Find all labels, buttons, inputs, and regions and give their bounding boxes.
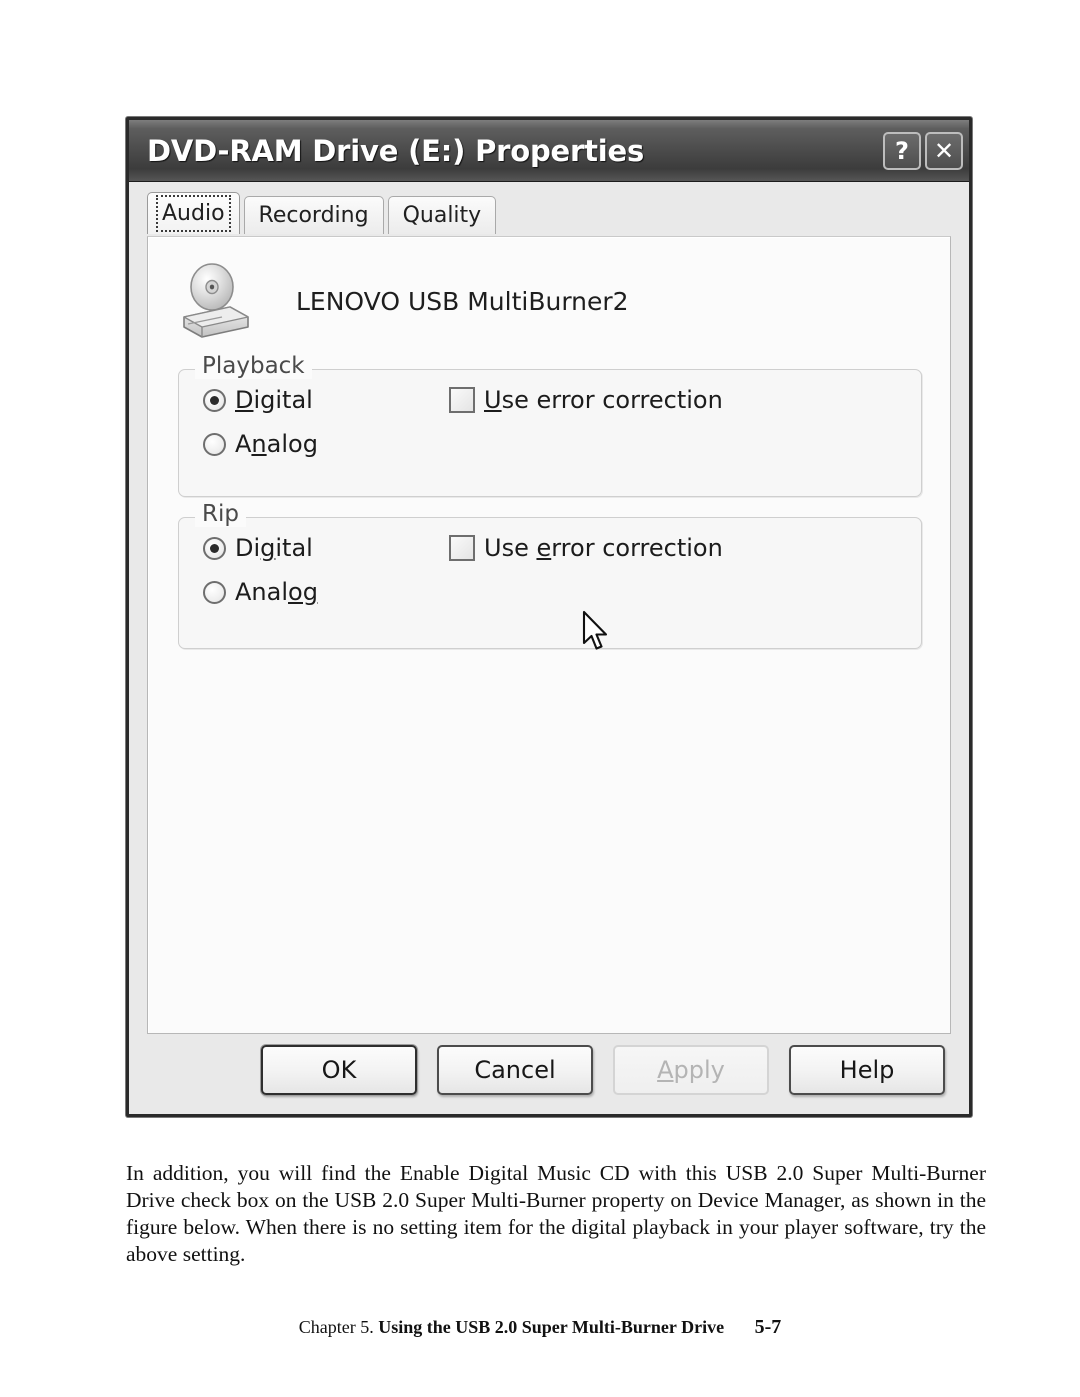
rip-group: Rip Digital Use error correction Analog (178, 501, 922, 649)
rip-digital-label: Digital (235, 534, 313, 562)
properties-dialog: DVD-RAM Drive (E:) Properties ? ✕ Audio … (126, 117, 972, 1117)
checkbox-indicator (449, 535, 475, 561)
rip-error-correction-label: Use error correction (484, 534, 723, 562)
ok-button[interactable]: OK (261, 1045, 417, 1095)
radio-indicator (203, 580, 226, 604)
playback-row-1: Digital Use error correction (203, 386, 911, 430)
body-paragraph: In addition, you will find the Enable Di… (126, 1160, 986, 1266)
playback-group: Playback Digital Use error correction An… (178, 353, 922, 497)
rip-digital-radio[interactable]: Digital (203, 534, 449, 562)
rip-analog-label: Analog (235, 578, 318, 606)
cd-drive-icon (183, 263, 249, 338)
apply-button[interactable]: Apply (613, 1045, 769, 1095)
dialog-title: DVD-RAM Drive (E:) Properties (147, 133, 645, 168)
tab-recording[interactable]: Recording (243, 196, 384, 234)
tab-recording-label: Recording (258, 203, 369, 228)
playback-analog-radio[interactable]: Analog (203, 430, 449, 458)
device-name-label: LENOVO USB MultiBurner2 (296, 286, 629, 316)
rip-row-2: Analog (203, 578, 911, 622)
audio-tab-panel: LENOVO USB MultiBurner2 Playback Digital… (147, 236, 951, 1034)
radio-indicator (203, 388, 226, 412)
playback-digital-radio[interactable]: Digital (203, 386, 449, 414)
rip-analog-radio[interactable]: Analog (203, 578, 449, 606)
close-caption-button[interactable]: ✕ (925, 131, 963, 170)
tab-audio[interactable]: Audio (147, 192, 240, 234)
playback-group-title: Playback (195, 353, 312, 379)
playback-analog-label: Analog (235, 430, 318, 458)
tab-audio-label: Audio (156, 195, 231, 232)
radio-indicator (203, 432, 226, 456)
playback-row-2: Analog (203, 430, 911, 474)
rip-error-correction-checkbox[interactable]: Use error correction (449, 534, 723, 562)
rip-group-title: Rip (195, 501, 246, 527)
apply-button-label: A (657, 1056, 674, 1084)
footer-chapter: Chapter 5. (298, 1317, 374, 1337)
tab-strip: Audio Recording Quality (129, 182, 969, 234)
help-caption-button[interactable]: ? (883, 131, 921, 170)
footer-title: Using the USB 2.0 Super Multi-Burner Dri… (378, 1317, 725, 1337)
help-button[interactable]: Help (789, 1045, 945, 1095)
checkbox-indicator (449, 387, 475, 413)
playback-digital-label: Digital (235, 386, 313, 414)
radio-indicator (203, 536, 226, 560)
playback-error-correction-label: Use error correction (484, 386, 723, 414)
tab-quality[interactable]: Quality (387, 196, 497, 234)
rip-row-1: Digital Use error correction (203, 534, 911, 578)
dialog-title-bar[interactable]: DVD-RAM Drive (E:) Properties ? ✕ (129, 120, 969, 182)
device-header: LENOVO USB MultiBurner2 (178, 261, 629, 341)
cancel-button[interactable]: Cancel (437, 1045, 593, 1095)
tab-quality-label: Quality (402, 203, 482, 228)
page-footer: Chapter 5. Using the USB 2.0 Super Multi… (0, 1316, 1080, 1339)
dialog-button-row: OK Cancel Apply Help (147, 1044, 951, 1096)
playback-error-correction-checkbox[interactable]: Use error correction (449, 386, 723, 414)
footer-page-number: 5-7 (754, 1316, 782, 1338)
